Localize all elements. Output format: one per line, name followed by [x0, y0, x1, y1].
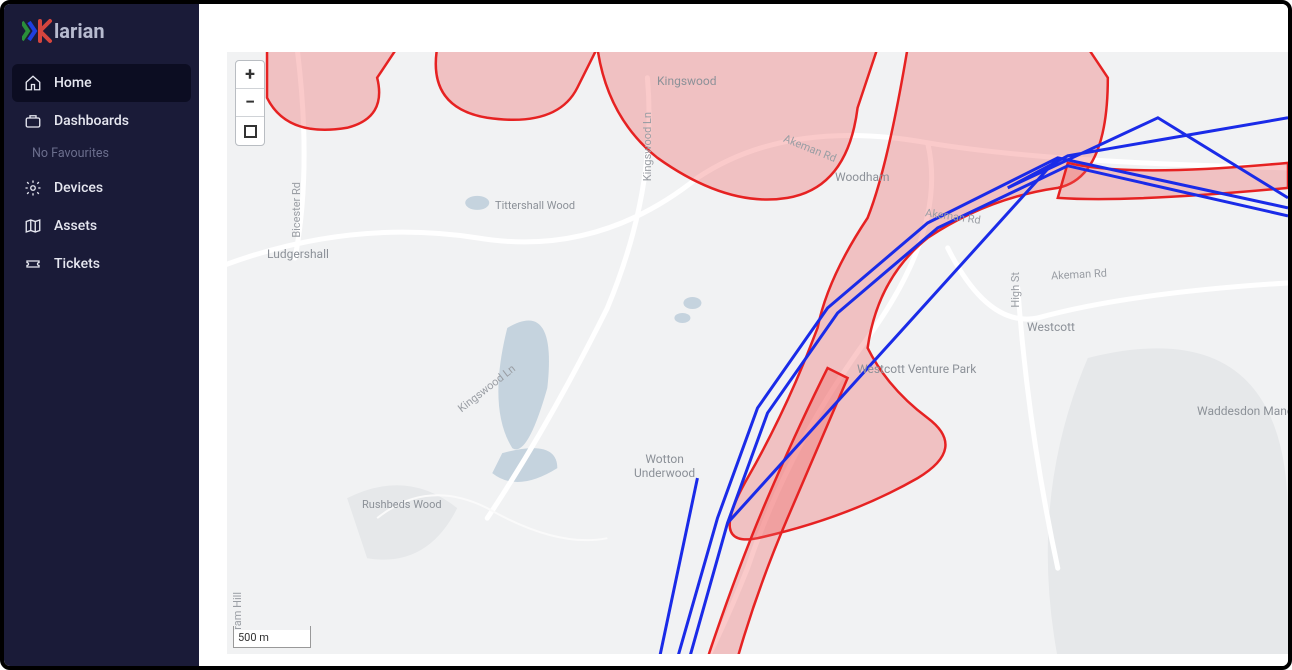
- brand-logo: larian: [4, 18, 199, 64]
- gear-icon: [24, 179, 42, 197]
- sidebar-item-home[interactable]: Home: [12, 64, 191, 102]
- ticket-icon: [24, 255, 42, 273]
- sidebar-item-label: Devices: [54, 180, 103, 196]
- sidebar-item-label: Tickets: [54, 256, 100, 272]
- main-content: Kingswood Woodham Ludgershall Tittershal…: [199, 4, 1288, 666]
- sidebar-item-tickets[interactable]: Tickets: [12, 245, 191, 283]
- sidebar-item-dashboards[interactable]: Dashboards: [12, 102, 191, 140]
- sidebar-item-assets[interactable]: Assets: [12, 207, 191, 245]
- sidebar-favourites-empty: No Favourites: [12, 140, 191, 169]
- zoom-reset-button[interactable]: [236, 117, 264, 145]
- sidebar-nav: Home Dashboards No Favourites Devices As…: [4, 64, 199, 283]
- home-icon: [24, 74, 42, 92]
- briefcase-icon: [24, 112, 42, 130]
- zoom-in-button[interactable]: +: [236, 61, 264, 89]
- map-icon: [24, 217, 42, 235]
- sidebar-item-label: Assets: [54, 218, 97, 234]
- map-canvas[interactable]: Kingswood Woodham Ludgershall Tittershal…: [227, 52, 1288, 654]
- map-svg: [227, 52, 1288, 654]
- svg-text:larian: larian: [54, 19, 105, 43]
- sidebar-item-label: Home: [54, 75, 92, 91]
- zoom-control: + −: [235, 60, 265, 146]
- sidebar: larian Home Dashboards No Favourites: [4, 4, 199, 666]
- zoom-out-button[interactable]: −: [236, 89, 264, 117]
- sidebar-item-devices[interactable]: Devices: [12, 169, 191, 207]
- sidebar-item-label: Dashboards: [54, 113, 129, 129]
- scale-bar: 500 m: [233, 630, 311, 648]
- app-frame: larian Home Dashboards No Favourites: [0, 0, 1292, 670]
